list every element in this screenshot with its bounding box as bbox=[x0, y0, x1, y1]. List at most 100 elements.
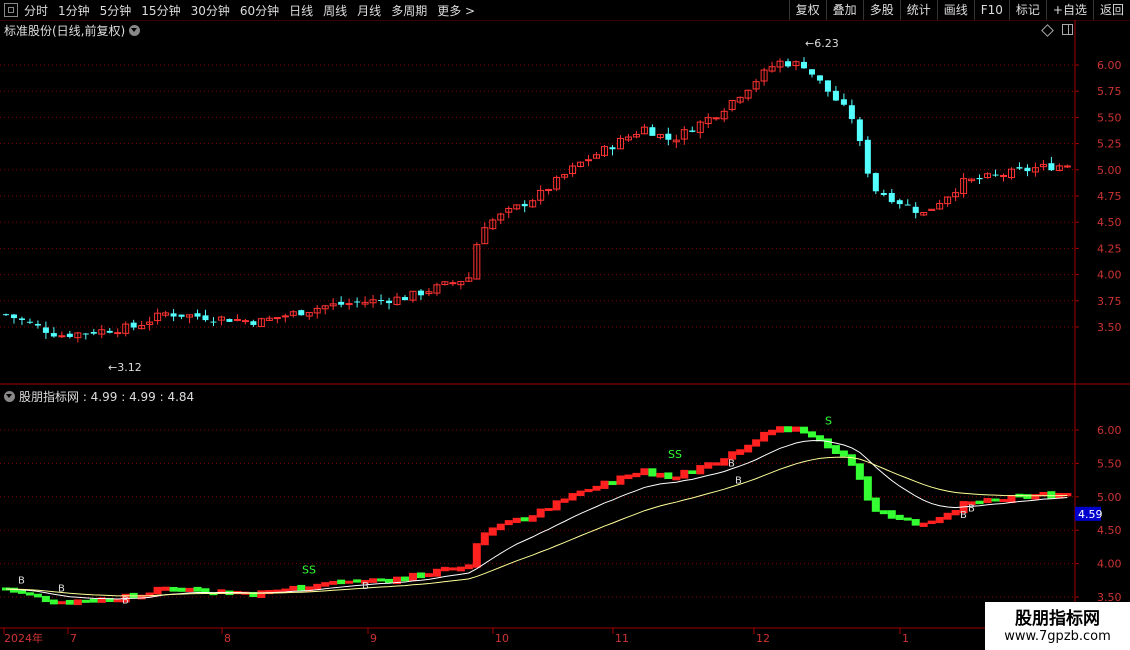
candle-body-down bbox=[1024, 167, 1031, 172]
indicator-tick-label: 5.00 bbox=[1097, 491, 1122, 504]
time-axis-label: 10 bbox=[495, 632, 509, 645]
time-axis-label: 7 bbox=[70, 632, 77, 645]
time-axis-label: 11 bbox=[615, 632, 629, 645]
candlestick bbox=[1016, 162, 1023, 170]
candlestick bbox=[601, 145, 608, 157]
indicator-values: 股朋指标网 : 4.99 : 4.99 : 4.84 bbox=[19, 390, 195, 404]
price-tick-label: 3.75 bbox=[1097, 295, 1122, 308]
indicator-bar bbox=[839, 450, 848, 457]
indicator-tick-label: 4.00 bbox=[1097, 558, 1122, 571]
price-tick-label: 6.00 bbox=[1097, 59, 1122, 72]
candle-body-up bbox=[345, 303, 353, 306]
candle-body-down bbox=[170, 313, 177, 317]
candlestick bbox=[609, 145, 616, 156]
candlestick bbox=[665, 127, 672, 146]
candlestick bbox=[1007, 167, 1015, 180]
candlestick bbox=[928, 208, 936, 211]
candle-body-down bbox=[250, 321, 257, 325]
indicator-bar bbox=[153, 586, 162, 595]
candlestick bbox=[457, 280, 465, 290]
indicator-bar bbox=[440, 566, 449, 572]
indicator-bar bbox=[377, 578, 386, 582]
candlestick bbox=[521, 200, 528, 213]
indicator-bar bbox=[600, 480, 609, 489]
indicator-bar bbox=[520, 517, 529, 522]
candlestick bbox=[1031, 162, 1039, 177]
candlestick bbox=[3, 313, 9, 317]
candlestick bbox=[904, 199, 911, 206]
candlestick bbox=[50, 327, 57, 338]
indicator-tick-label: 4.50 bbox=[1097, 524, 1122, 537]
candlestick bbox=[122, 321, 130, 337]
candle-body-down bbox=[649, 127, 656, 136]
candle-body-up bbox=[1000, 174, 1007, 177]
candle-body-down bbox=[402, 297, 408, 301]
candlestick bbox=[386, 297, 393, 310]
candlestick bbox=[792, 60, 800, 71]
indicator-bar bbox=[41, 595, 50, 603]
candlestick bbox=[378, 294, 385, 305]
candlestick bbox=[194, 309, 201, 320]
indicator-bar bbox=[536, 508, 545, 518]
candle-body-down bbox=[912, 206, 919, 213]
indicator-bar bbox=[25, 592, 34, 596]
indicator-bar bbox=[903, 517, 912, 521]
candle-body-down bbox=[10, 314, 17, 319]
indicator-bar bbox=[560, 498, 569, 503]
candlestick bbox=[441, 281, 449, 286]
indicator-bar bbox=[608, 481, 617, 486]
indicator-bar bbox=[640, 468, 649, 476]
candle-body-down bbox=[880, 193, 887, 195]
candle-body-down bbox=[521, 203, 528, 207]
candle-body-down bbox=[824, 80, 831, 92]
candlestick bbox=[10, 313, 17, 324]
candlestick bbox=[402, 295, 408, 301]
candlestick bbox=[154, 308, 162, 325]
candle-body-up bbox=[712, 117, 720, 120]
candle-body-down bbox=[832, 90, 839, 101]
candle-body-down bbox=[1016, 167, 1023, 169]
indicator-bar bbox=[576, 490, 585, 497]
candlestick bbox=[505, 206, 513, 219]
candlestick bbox=[170, 309, 177, 322]
indicator-bar bbox=[528, 515, 537, 522]
candle-body-down bbox=[801, 61, 807, 69]
candle-body-down bbox=[106, 330, 113, 333]
candlestick bbox=[138, 320, 146, 330]
kline-chart[interactable]: 6.00 5.75 5.50 5.25 5.00 4.75 4.50 4.25 4.00 3.75… bbox=[0, 0, 1130, 650]
candlestick bbox=[257, 317, 265, 327]
indicator-bar bbox=[672, 476, 681, 481]
time-axis-label: 2024年 bbox=[4, 631, 43, 645]
candlestick bbox=[473, 242, 481, 280]
indicator-bar bbox=[776, 426, 785, 433]
candle-body-down bbox=[338, 301, 345, 305]
candlestick bbox=[162, 310, 170, 318]
indicator-bar bbox=[544, 508, 553, 512]
candlestick bbox=[114, 328, 122, 338]
candlestick bbox=[680, 126, 688, 145]
candle-body-down bbox=[856, 119, 863, 142]
indicator-bar bbox=[353, 579, 362, 583]
candlestick bbox=[186, 314, 194, 324]
candlestick bbox=[178, 314, 185, 320]
chevron-down-icon[interactable] bbox=[4, 391, 15, 402]
candlestick bbox=[816, 75, 823, 84]
candle-body-down bbox=[50, 333, 57, 337]
price-tick-label: 4.00 bbox=[1097, 269, 1122, 282]
candle-body-down bbox=[226, 319, 233, 322]
candlestick bbox=[393, 292, 401, 306]
indicator-bar bbox=[345, 580, 354, 584]
indicator-bar bbox=[448, 567, 457, 571]
candle-body-down bbox=[840, 99, 847, 105]
candlestick bbox=[130, 319, 137, 331]
candlestick bbox=[241, 318, 249, 325]
indicator-bar bbox=[624, 474, 633, 480]
indicator-bar bbox=[983, 497, 992, 504]
candle-body-down bbox=[34, 323, 41, 326]
candlestick bbox=[936, 199, 944, 210]
candlestick bbox=[952, 188, 960, 202]
indicator-bar bbox=[281, 588, 290, 592]
candle-body-down bbox=[194, 313, 201, 317]
candlestick bbox=[920, 212, 928, 217]
candlestick bbox=[824, 80, 831, 97]
